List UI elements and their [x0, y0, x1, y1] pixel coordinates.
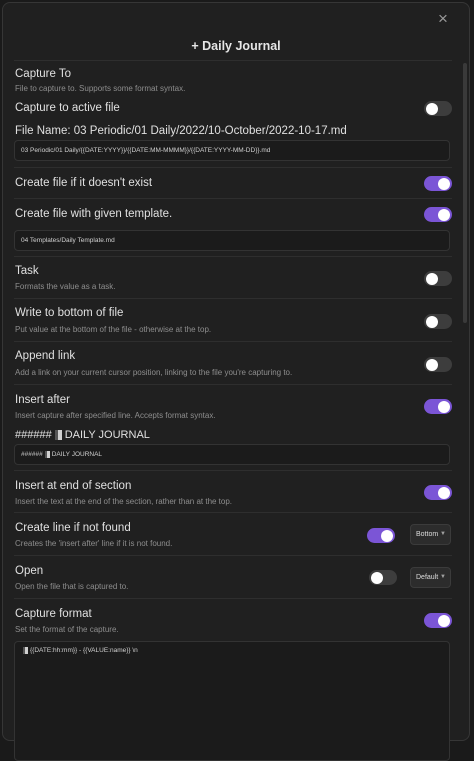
create-if-missing-row: Create file if it doesn't exist — [14, 167, 452, 198]
write-bottom-label: Write to bottom of file — [15, 307, 124, 319]
write-bottom-row: Write to bottom of file Put value at the… — [14, 298, 452, 342]
heading-text: DAILY JOURNAL — [64, 429, 150, 441]
capture-format-toggle[interactable] — [424, 613, 452, 628]
create-template-row: Create file with given template. 04 Temp… — [14, 198, 452, 254]
open-desc: Open the file that is captured to. — [15, 582, 129, 591]
capture-to-label: Capture To — [15, 68, 72, 80]
create-template-toggle[interactable] — [424, 207, 452, 222]
task-desc: Formats the value as a task. — [15, 282, 116, 291]
capture-format-row: Capture format Set the format of the cap… — [14, 598, 452, 761]
document-icon — [54, 430, 62, 441]
document-icon — [44, 450, 50, 458]
task-toggle[interactable] — [424, 271, 452, 286]
open-toggle[interactable] — [369, 570, 397, 585]
insert-after-toggle[interactable] — [424, 399, 452, 414]
create-if-missing-toggle[interactable] — [424, 176, 452, 191]
file-name-input[interactable]: 03 Periodic/01 Daily/{{DATE:YYYY}}/{{DAT… — [14, 140, 450, 161]
create-template-label: Create file with given template. — [15, 208, 173, 220]
create-line-select-value: Bottom — [416, 531, 439, 538]
capture-format-desc: Set the format of the capture. — [15, 625, 119, 634]
insert-after-row: Insert after Insert capture after specif… — [14, 384, 452, 469]
create-line-select[interactable]: Bottom ▼ — [410, 524, 451, 545]
insert-end-toggle[interactable] — [424, 485, 452, 500]
open-row: Open Open the file that is captured to. … — [14, 555, 452, 599]
write-bottom-toggle[interactable] — [424, 314, 452, 329]
create-line-desc: Creates the 'insert after' line if it is… — [15, 539, 173, 548]
create-line-toggle[interactable] — [367, 528, 395, 543]
open-select-value: Default — [416, 574, 439, 581]
create-line-row: Create line if not found Creates the 'in… — [14, 512, 452, 556]
append-link-label: Append link — [15, 350, 76, 362]
scrollbar[interactable] — [463, 63, 467, 323]
create-line-label: Create line if not found — [15, 522, 131, 534]
capture-format-label: Capture format — [15, 608, 92, 620]
append-link-row: Append link Add a link on your current c… — [14, 341, 452, 385]
capture-active-row: Capture to active file — [14, 98, 452, 120]
create-if-missing-label: Create file if it doesn't exist — [15, 177, 153, 189]
insert-after-label: Insert after — [15, 394, 70, 406]
chevron-down-icon: ▼ — [440, 531, 446, 537]
insert-end-desc: Insert the text at the end of the sectio… — [15, 497, 233, 506]
close-icon[interactable]: × — [435, 10, 451, 27]
open-select[interactable]: Default ▼ — [410, 567, 451, 588]
modal-title: + Daily Journal — [191, 39, 281, 53]
input-text: DAILY JOURNAL — [51, 451, 103, 458]
capture-format-textarea[interactable]: {{DATE:hh:mm}} - {{VALUE:name}} \n — [14, 641, 450, 761]
file-name-label: File Name: 03 Periodic/01 Daily/2022/10-… — [15, 125, 347, 137]
insert-after-desc: Insert capture after specified line. Acc… — [15, 411, 216, 420]
task-row: Task Formats the value as a task. — [14, 256, 452, 299]
capture-active-label: Capture to active file — [15, 102, 120, 114]
insert-after-input[interactable]: ###### DAILY JOURNAL — [14, 444, 450, 465]
open-label: Open — [15, 565, 44, 577]
capture-format-value: {{DATE:hh:mm}} - {{VALUE:name}} \n — [30, 647, 138, 655]
append-link-toggle[interactable] — [424, 357, 452, 372]
capture-to-section: Capture To File to capture to. Supports … — [14, 60, 452, 99]
capture-to-desc: File to capture to. Supports some format… — [15, 84, 186, 93]
heading-prefix: ###### — [15, 429, 52, 441]
document-icon — [23, 647, 28, 654]
input-prefix: ###### — [21, 451, 43, 458]
chevron-down-icon: ▼ — [440, 574, 446, 580]
template-input[interactable]: 04 Templates/Daily Template.md — [14, 230, 450, 251]
task-label: Task — [15, 265, 39, 277]
append-link-desc: Add a link on your current cursor positi… — [15, 368, 293, 377]
file-name-row: File Name: 03 Periodic/01 Daily/2022/10-… — [14, 120, 452, 164]
insert-end-label: Insert at end of section — [15, 480, 132, 492]
capture-active-toggle[interactable] — [424, 101, 452, 116]
insert-after-preview: ###### DAILY JOURNAL — [15, 429, 150, 441]
insert-end-row: Insert at end of section Insert the text… — [14, 470, 452, 513]
write-bottom-desc: Put value at the bottom of the file - ot… — [15, 325, 212, 334]
